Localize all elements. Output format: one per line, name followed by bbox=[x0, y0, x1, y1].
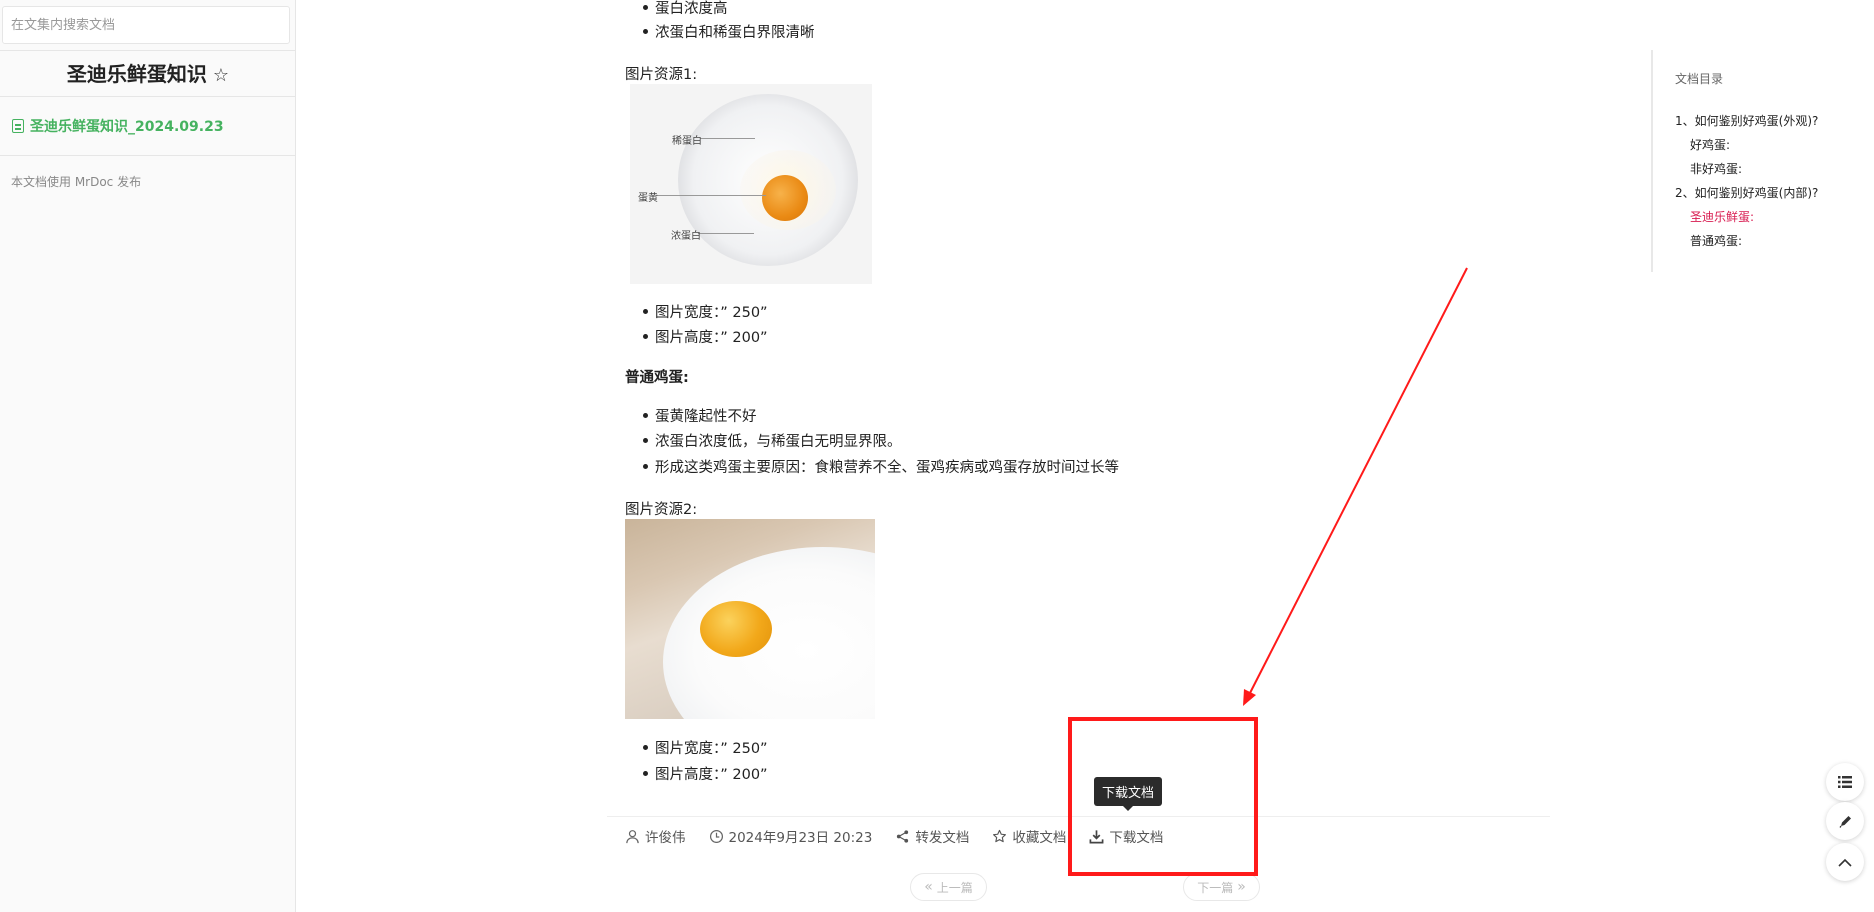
image-label: 蛋黄 bbox=[638, 193, 658, 204]
list-item: 蛋白浓度高 bbox=[643, 0, 728, 18]
author-name: 许俊伟 bbox=[645, 830, 686, 846]
list-item: 形成这类鸡蛋主要原因：食粮营养不全、蛋鸡疾病或鸡蛋存放时间过长等 bbox=[643, 456, 1119, 477]
next-page-button[interactable]: 下一篇 » bbox=[1183, 873, 1260, 901]
list-item: 浓蛋白和稀蛋白界限清晰 bbox=[643, 21, 815, 42]
toc-item[interactable]: 2、如何鉴别好鸡蛋(内部)? bbox=[1675, 184, 1818, 201]
toc-item[interactable]: 普通鸡蛋: bbox=[1690, 232, 1742, 249]
toc-item[interactable]: 1、如何鉴别好鸡蛋(外观)? bbox=[1675, 112, 1818, 129]
document-icon bbox=[12, 119, 24, 133]
list-item: 浓蛋白浓度低，与稀蛋白无明显界限。 bbox=[643, 430, 902, 451]
list-item: 图片高度：” 200” bbox=[643, 326, 768, 347]
section-heading: 普通鸡蛋: bbox=[625, 370, 689, 386]
egg-diagram-image: 稀蛋白 蛋黄 浓蛋白 bbox=[630, 84, 872, 284]
image-label: 稀蛋白 bbox=[672, 136, 702, 147]
project-title: 圣迪乐鲜蛋知识 ☆ bbox=[0, 58, 296, 87]
share-icon bbox=[897, 829, 909, 843]
double-chevron-right-icon: » bbox=[1237, 879, 1246, 895]
author-info: 许俊伟 bbox=[625, 826, 686, 846]
divider bbox=[0, 96, 296, 97]
image-label: 浓蛋白 bbox=[671, 231, 701, 242]
search-field[interactable] bbox=[2, 6, 290, 44]
sidebar-doc-label: 圣迪乐鲜蛋知识_2024.09.23 bbox=[30, 119, 224, 135]
egg-photo-image bbox=[625, 519, 875, 719]
image-caption: 图片资源2: bbox=[625, 502, 698, 518]
list-item: 图片宽度：” 250” bbox=[643, 301, 768, 322]
star-icon[interactable]: ☆ bbox=[213, 65, 229, 86]
egg-yolk-shape bbox=[700, 601, 772, 657]
annotation-highlight-box bbox=[1068, 717, 1258, 876]
label-line bbox=[700, 138, 755, 139]
prev-page-button[interactable]: « 上一篇 bbox=[910, 873, 987, 901]
toc-item-active[interactable]: 圣迪乐鲜蛋: bbox=[1690, 208, 1754, 225]
date-info: 2024年9月23日 20:23 bbox=[709, 826, 873, 846]
collect-button[interactable]: 收藏文档 bbox=[992, 826, 1066, 846]
toc-toggle-button[interactable] bbox=[1826, 763, 1864, 801]
egg-yolk-shape bbox=[762, 175, 808, 221]
toc-item[interactable]: 好鸡蛋: bbox=[1690, 136, 1730, 153]
prev-page-label: 上一篇 bbox=[936, 880, 973, 895]
list-icon bbox=[1838, 776, 1852, 788]
label-line bbox=[656, 195, 766, 196]
label-line bbox=[698, 233, 754, 234]
project-title-text: 圣迪乐鲜蛋知识 bbox=[66, 62, 207, 86]
star-icon bbox=[993, 829, 1007, 842]
toc-item[interactable]: 非好鸡蛋: bbox=[1690, 160, 1742, 177]
double-chevron-left-icon: « bbox=[924, 879, 933, 895]
clock-icon bbox=[709, 829, 723, 843]
collect-label: 收藏文档 bbox=[1012, 830, 1067, 846]
toc-panel: 文档目录 1、如何鉴别好鸡蛋(外观)? 好鸡蛋: 非好鸡蛋: 2、如何鉴别好鸡蛋… bbox=[1651, 50, 1851, 272]
next-page-label: 下一篇 bbox=[1197, 880, 1234, 895]
edit-button[interactable] bbox=[1826, 802, 1864, 840]
share-label: 转发文档 bbox=[915, 830, 970, 846]
chevron-up-icon bbox=[1838, 858, 1852, 867]
share-button[interactable]: 转发文档 bbox=[895, 826, 969, 846]
toc-title: 文档目录 bbox=[1675, 72, 1724, 86]
user-icon bbox=[626, 829, 639, 843]
sidebar-doc-item[interactable]: 圣迪乐鲜蛋知识_2024.09.23 bbox=[12, 116, 224, 136]
divider bbox=[0, 155, 296, 156]
divider bbox=[0, 50, 296, 51]
list-item: 蛋黄隆起性不好 bbox=[643, 405, 757, 426]
image-caption: 图片资源1: bbox=[625, 67, 698, 83]
back-to-top-button[interactable] bbox=[1826, 843, 1864, 881]
list-item: 图片高度：” 200” bbox=[643, 763, 768, 784]
sidebar: 圣迪乐鲜蛋知识 ☆ 圣迪乐鲜蛋知识_2024.09.23 本文档使用 MrDoc … bbox=[0, 0, 296, 912]
powered-by-text: 本文档使用 MrDoc 发布 bbox=[11, 175, 142, 189]
list-item: 图片宽度：” 250” bbox=[643, 737, 768, 758]
pencil-icon bbox=[1839, 815, 1851, 828]
doc-date: 2024年9月23日 20:23 bbox=[728, 830, 873, 846]
search-input[interactable] bbox=[3, 7, 289, 43]
